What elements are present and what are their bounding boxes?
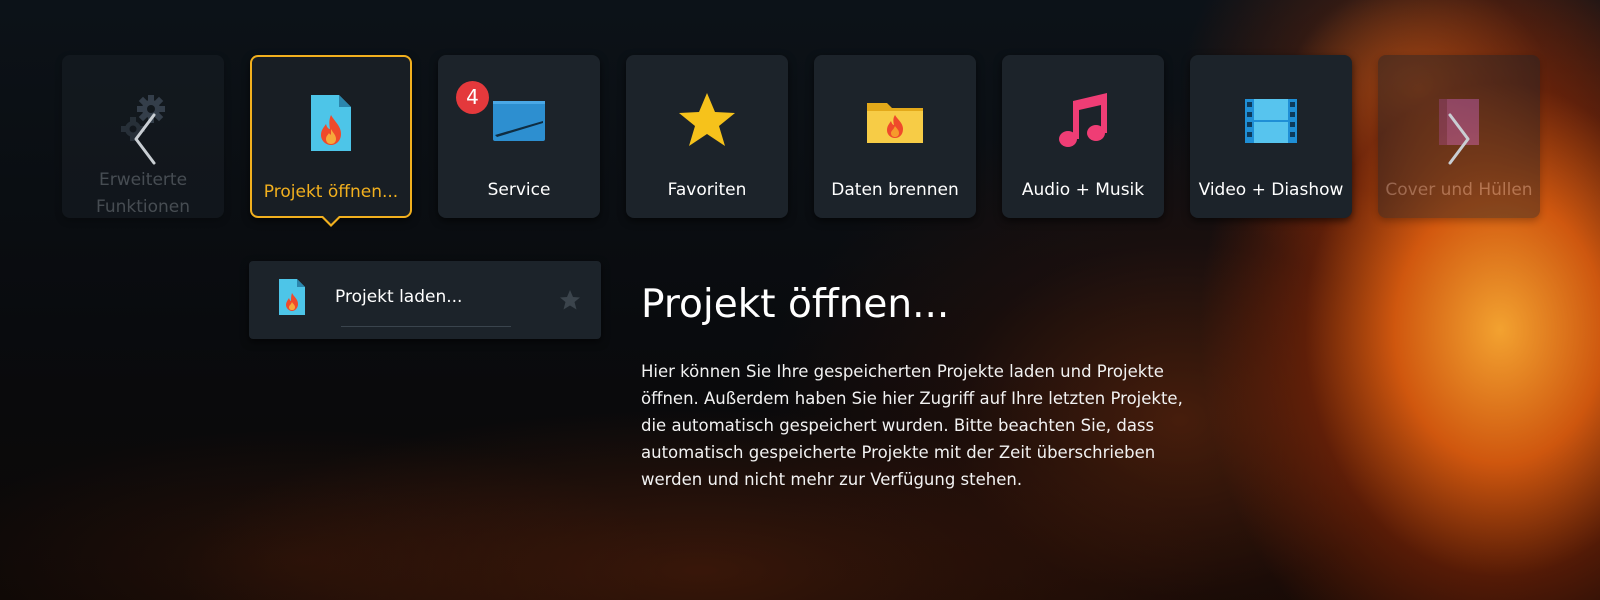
tile-label: Favoriten xyxy=(667,180,747,200)
tile-daten-brennen[interactable]: Daten brennen xyxy=(814,55,976,218)
tile-audio-musik[interactable]: Audio + Musik xyxy=(1002,55,1164,218)
notification-badge: 4 xyxy=(456,81,489,114)
submenu-item-projekt-laden[interactable]: Projekt laden... xyxy=(249,261,601,339)
description-body: Hier können Sie Ihre gespeicherten Proje… xyxy=(641,362,1183,489)
submenu-panel: Projekt laden... xyxy=(249,261,601,339)
service-window-icon xyxy=(493,101,545,141)
tile-label: Cover und Hüllen xyxy=(1385,180,1533,200)
star-icon xyxy=(679,93,735,146)
folder-flame-icon xyxy=(867,103,923,143)
chevron-right-icon[interactable] xyxy=(1444,112,1474,166)
chevron-left-icon[interactable] xyxy=(130,112,160,166)
tile-label: Erweiterte Funktionen xyxy=(95,170,191,217)
submenu-item-label: Projekt laden... xyxy=(335,287,463,307)
film-strip-icon xyxy=(1245,99,1297,143)
favorite-star-icon[interactable] xyxy=(559,289,581,311)
tile-favoriten[interactable]: Favoriten xyxy=(626,55,788,218)
music-note-icon xyxy=(1059,93,1107,147)
project-file-flame-icon xyxy=(279,279,305,315)
tile-label: Service xyxy=(487,180,551,200)
description-title: Projekt öffnen... xyxy=(641,282,950,327)
tile-label: Audio + Musik xyxy=(1021,180,1145,200)
tile-service[interactable]: 4 Service xyxy=(438,55,600,218)
tile-label: Projekt öffnen... xyxy=(263,182,399,202)
project-file-flame-icon xyxy=(311,95,351,151)
tile-video-diashow[interactable]: Video + Diashow xyxy=(1190,55,1352,218)
tile-projekt-oeffnen[interactable]: Projekt öffnen... xyxy=(250,55,412,218)
feature-tile-row: Erweiterte Funktionen Projekt öffnen... … xyxy=(0,0,1600,240)
tile-label: Video + Diashow xyxy=(1198,180,1344,200)
tile-label: Daten brennen xyxy=(831,180,959,200)
divider xyxy=(341,326,511,327)
